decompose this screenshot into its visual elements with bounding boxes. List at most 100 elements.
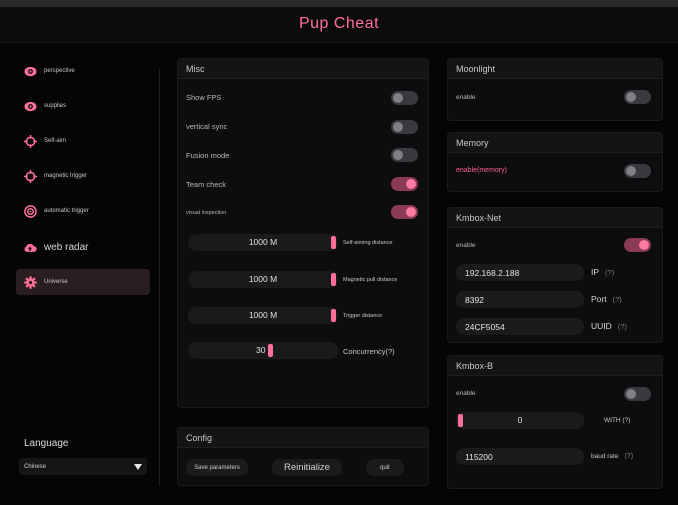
self-aiming-distance-slider[interactable]: 1000 M [188, 234, 338, 251]
baud-rate-input[interactable]: 115200 [456, 448, 584, 465]
sidebar-item-label: perspective [44, 68, 75, 74]
toggle-knob [626, 389, 636, 399]
sidebar-item-supplies[interactable]: supplies [16, 93, 150, 119]
uuid-label-text: UUID [591, 321, 612, 331]
kmbox-b-panel-title: Kmbox-B [448, 356, 662, 376]
com-port-label: WITH (?) [604, 417, 631, 424]
slider-handle[interactable] [331, 236, 336, 249]
sidebar-item-label: automatic trigger [44, 208, 89, 214]
baud-rate-label: baud rate (?) [591, 453, 633, 460]
magnetic-pull-distance-slider[interactable]: 1000 M [188, 271, 338, 288]
help-marker[interactable]: (?) [605, 268, 614, 277]
slider-value: 0 [517, 415, 523, 425]
gear-icon [23, 275, 37, 289]
kmbox-net-enable-toggle[interactable] [624, 238, 651, 252]
crosshair-icon [23, 134, 37, 148]
sidebar-item-self-aim[interactable]: Self-aim [16, 128, 150, 154]
memory-enable-label: enable(memory) [456, 167, 507, 174]
app-title: Pup Cheat [298, 15, 380, 32]
port-label-text: Port [591, 294, 607, 304]
sidebar-item-label: web radar [44, 241, 89, 253]
toggle-knob [406, 207, 416, 217]
save-parameters-button[interactable]: Save parameters [186, 459, 248, 476]
trigger-distance-label: Trigger distance [343, 313, 383, 319]
toggle-label-fusion-mode: Fusion mode [186, 151, 230, 160]
help-marker[interactable]: (?) [613, 295, 622, 304]
magnetic-pull-distance-label: Magnetic pull distance [343, 277, 398, 283]
reinitialize-button[interactable]: Reinitialize [272, 459, 342, 476]
team-check-toggle[interactable] [391, 177, 418, 191]
title-bar: Pup Cheat [0, 7, 678, 43]
ip-label-text: IP [591, 267, 600, 277]
sidebar-item-perspective[interactable]: perspective [16, 58, 150, 84]
language-label: Language [24, 438, 69, 449]
config-panel: Config Save parameters Reinitialize quit [177, 427, 429, 486]
slider-handle[interactable] [267, 344, 273, 357]
slider-handle[interactable] [458, 414, 463, 427]
kmbox-net-panel-title: Kmbox-Net [448, 208, 662, 228]
moonlight-enable-toggle[interactable] [624, 90, 651, 104]
trigger-distance-slider[interactable]: 1000 M [188, 307, 338, 324]
help-marker[interactable]: (?) [618, 322, 627, 331]
moonlight-enable-label: enable [456, 94, 476, 101]
help-marker[interactable]: (?) [624, 453, 633, 460]
uuid-input[interactable]: 24CF5054 [456, 318, 584, 335]
ip-label: IP (?) [591, 267, 614, 277]
toggle-knob [393, 122, 403, 132]
sidebar-item-label: supplies [44, 103, 67, 109]
kmbox-b-enable-toggle[interactable] [624, 387, 651, 401]
config-panel-title: Config [178, 428, 428, 448]
toggle-label-vertical-sync: vertical sync [186, 122, 228, 131]
kmbox-b-enable-label: enable [456, 390, 476, 397]
toggle-knob [393, 150, 403, 160]
sidebar-item-label: Universe [44, 279, 68, 285]
show-fps-toggle[interactable] [391, 91, 418, 105]
toggle-label-team-check: Team check [186, 180, 227, 189]
misc-panel: Misc Show FPS vertical sync Fusion mode … [177, 58, 429, 408]
misc-panel-title: Misc [178, 59, 428, 79]
sidebar-item-label: Self-aim [44, 138, 67, 144]
kmbox-net-enable-label: enable [456, 242, 476, 249]
memory-enable-toggle[interactable] [624, 164, 651, 178]
sidebar-item-label: magnetic trigger [44, 173, 88, 179]
sidebar-item-magnetic-trigger[interactable]: magnetic trigger [16, 163, 150, 189]
toggle-label-visual-inspection: visual inspection [186, 210, 227, 216]
port-label: Port (?) [591, 294, 622, 304]
moonlight-panel: Moonlight enable [447, 58, 663, 121]
slider-value: 1000 M [248, 274, 278, 284]
baud-rate-label-text: baud rate [591, 453, 619, 460]
com-port-slider[interactable]: 0 [456, 412, 584, 429]
crosshair-icon [23, 169, 37, 183]
slider-handle[interactable] [331, 273, 336, 286]
kmbox-b-panel: Kmbox-B enable 0 WITH (?) 115200 baud ra… [447, 355, 663, 489]
toggle-label-show-fps: Show FPS [186, 93, 222, 102]
slider-value: 30 [256, 345, 266, 355]
memory-panel: Memory enable(memory) [447, 132, 663, 192]
toggle-knob [393, 93, 403, 103]
toggle-knob [626, 92, 636, 102]
uuid-label: UUID (?) [591, 321, 627, 331]
slider-value: 1000 M [248, 310, 278, 320]
fusion-mode-toggle[interactable] [391, 148, 418, 162]
language-value: Chinese [24, 463, 47, 470]
sidebar-item-web-radar[interactable]: web radar [16, 234, 150, 260]
concurrency-slider[interactable]: 30 [188, 342, 338, 359]
eye-icon [23, 99, 37, 113]
ip-input[interactable]: 192.168.2.188 [456, 264, 584, 281]
cloud-upload-icon [23, 240, 37, 254]
target-icon [23, 204, 37, 218]
sidebar-divider [159, 68, 160, 486]
chevron-down-icon [134, 463, 142, 470]
port-input[interactable]: 8392 [456, 291, 584, 308]
slider-value: 1000 M [248, 237, 278, 247]
language-select[interactable]: Chinese [19, 458, 147, 475]
vertical-sync-toggle[interactable] [391, 120, 418, 134]
moonlight-panel-title: Moonlight [448, 59, 662, 79]
quit-button[interactable]: quit [366, 459, 404, 476]
sidebar-item-universe[interactable]: Universe [16, 269, 150, 295]
toggle-knob [406, 179, 416, 189]
sidebar-item-automatic-trigger[interactable]: automatic trigger [16, 198, 150, 224]
slider-handle[interactable] [331, 309, 336, 322]
eye-icon [23, 64, 37, 78]
visual-inspection-toggle[interactable] [391, 205, 418, 219]
